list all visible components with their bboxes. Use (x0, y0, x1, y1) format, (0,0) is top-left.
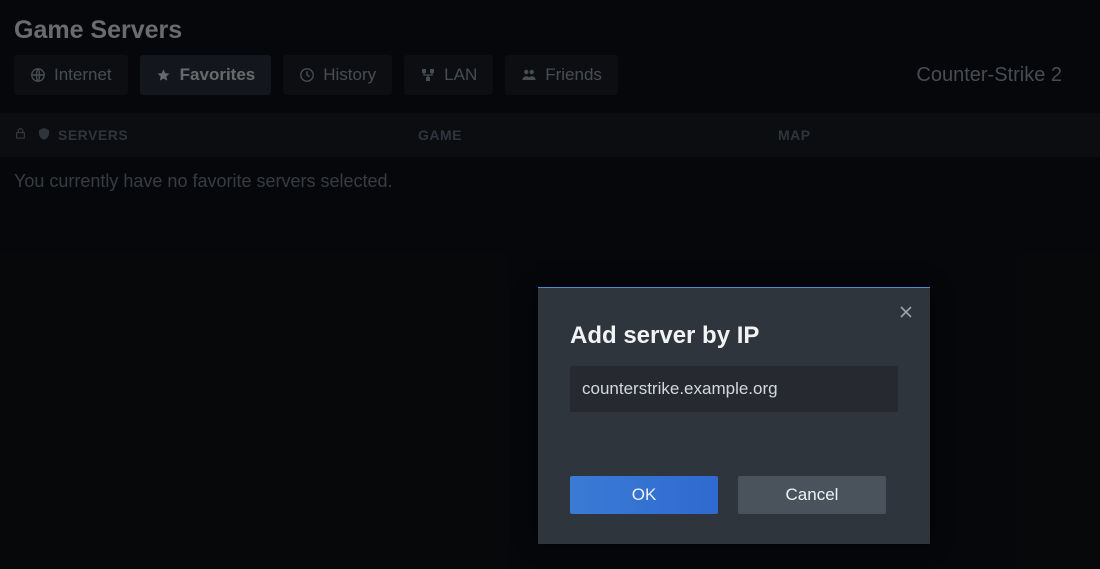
clock-icon (299, 67, 315, 83)
tab-favorites[interactable]: Favorites (140, 55, 272, 95)
tab-lan[interactable]: LAN (404, 55, 493, 95)
tab-label: Friends (545, 65, 602, 85)
globe-icon (30, 67, 46, 83)
col-header-game[interactable]: GAME (418, 127, 778, 143)
tab-label: Favorites (180, 65, 256, 85)
friends-icon (521, 67, 537, 83)
empty-state-message: You currently have no favorite servers s… (0, 157, 1100, 206)
dialog-title: Add server by IP (538, 288, 930, 366)
tab-label: History (323, 65, 376, 85)
lock-icon (14, 127, 27, 143)
current-game-label[interactable]: Counter-Strike 2 (916, 64, 1086, 87)
tab-friends[interactable]: Friends (505, 55, 618, 95)
star-icon (156, 67, 172, 83)
tab-internet[interactable]: Internet (14, 55, 128, 95)
lan-icon (420, 67, 436, 83)
add-server-dialog: Add server by IP OK Cancel (538, 287, 930, 544)
tab-label: Internet (54, 65, 112, 85)
ok-button[interactable]: OK (570, 476, 718, 514)
shield-icon (37, 127, 51, 144)
cancel-button[interactable]: Cancel (738, 476, 886, 514)
page-title: Game Servers (0, 0, 1100, 55)
tab-label: LAN (444, 65, 477, 85)
tab-history[interactable]: History (283, 55, 392, 95)
col-header-map[interactable]: MAP (778, 127, 1086, 143)
table-header: SERVERS GAME MAP (0, 113, 1100, 157)
tabs-row: Internet Favorites History LAN Friends C… (0, 55, 1100, 95)
col-header-servers[interactable]: SERVERS (58, 127, 418, 143)
close-icon[interactable] (896, 302, 916, 322)
server-ip-input[interactable] (570, 366, 898, 412)
